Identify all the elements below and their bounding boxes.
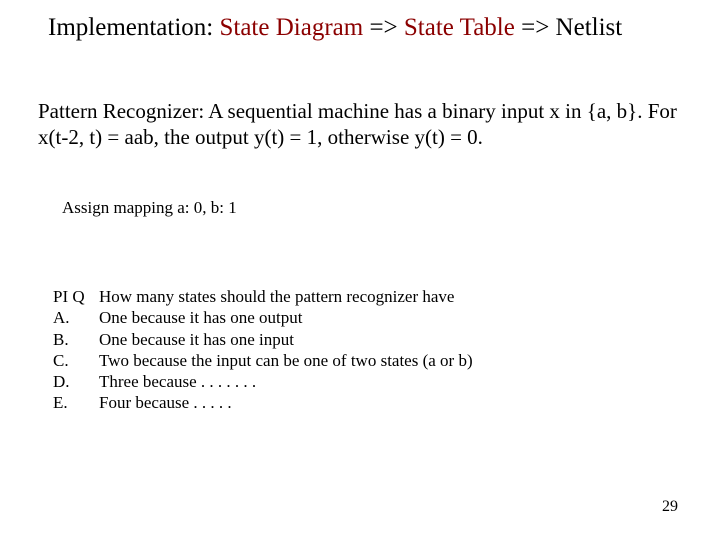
question-option: D. Three because . . . . . . . bbox=[53, 371, 473, 392]
title-part1: Implementation: bbox=[48, 14, 219, 41]
option-text: Two because the input can be one of two … bbox=[99, 350, 473, 371]
title-part2: State Diagram bbox=[219, 14, 363, 41]
page-number: 29 bbox=[662, 498, 678, 516]
question-option: C. Two because the input can be one of t… bbox=[53, 350, 473, 371]
question-option: E. Four because . . . . . bbox=[53, 392, 473, 413]
title-part5: => Netlist bbox=[515, 14, 622, 41]
option-label: C. bbox=[53, 350, 99, 371]
title-part4: State Table bbox=[404, 14, 515, 41]
title-part3: => bbox=[363, 14, 404, 41]
option-text: One because it has one output bbox=[99, 307, 302, 328]
slide-title: Implementation: State Diagram => State T… bbox=[48, 14, 622, 42]
slide: Implementation: State Diagram => State T… bbox=[0, 0, 720, 540]
question-option: B. One because it has one input bbox=[53, 329, 473, 350]
question-prompt-row: PI Q How many states should the pattern … bbox=[53, 286, 473, 307]
question-block: PI Q How many states should the pattern … bbox=[53, 286, 473, 414]
question-prompt-text: How many states should the pattern recog… bbox=[99, 286, 454, 307]
question-option: A. One because it has one output bbox=[53, 307, 473, 328]
mapping-text: Assign mapping a: 0, b: 1 bbox=[62, 198, 237, 218]
option-text: Three because . . . . . . . bbox=[99, 371, 256, 392]
question-prompt-label: PI Q bbox=[53, 286, 99, 307]
option-label: B. bbox=[53, 329, 99, 350]
option-label: D. bbox=[53, 371, 99, 392]
option-text: Four because . . . . . bbox=[99, 392, 232, 413]
option-text: One because it has one input bbox=[99, 329, 294, 350]
body-text: Pattern Recognizer: A sequential machine… bbox=[38, 98, 678, 151]
option-label: E. bbox=[53, 392, 99, 413]
option-label: A. bbox=[53, 307, 99, 328]
